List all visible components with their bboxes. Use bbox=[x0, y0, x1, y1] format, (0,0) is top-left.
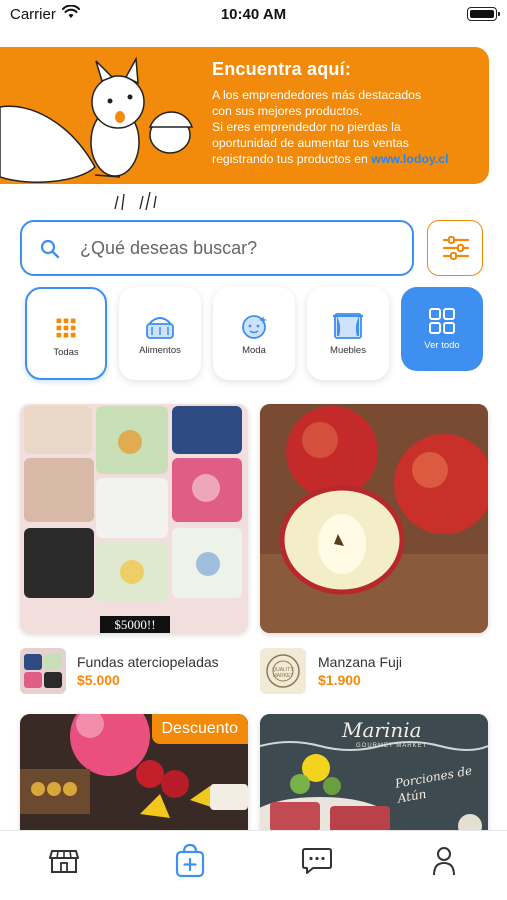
category-label: Muebles bbox=[330, 345, 366, 356]
banner-line: con sus mejores productos. bbox=[212, 104, 363, 118]
grass-decoration bbox=[114, 191, 157, 211]
banner-line: registrando tus productos en www.lodoy.c… bbox=[212, 151, 487, 167]
category-ver-todo[interactable]: Ver todo bbox=[401, 287, 483, 371]
banner-line: Si eres emprendedor no pierdas la bbox=[212, 120, 401, 134]
category-muebles[interactable]: Muebles bbox=[307, 287, 389, 380]
product-image-gift[interactable]: Descuento bbox=[20, 714, 248, 844]
banner-title: Encuentra aquí: bbox=[212, 59, 352, 79]
seller-thumbnail[interactable]: QUALITY MARKET bbox=[260, 648, 306, 694]
image-price-tag: $5000!! bbox=[114, 617, 156, 632]
product-price: $5.000 bbox=[77, 672, 120, 688]
shopping-bag-add-icon bbox=[175, 843, 205, 878]
category-alimentos[interactable]: Alimentos bbox=[119, 287, 201, 380]
seller-thumbnail[interactable] bbox=[20, 648, 66, 694]
filter-button[interactable] bbox=[427, 220, 483, 276]
apples-photo bbox=[260, 404, 488, 633]
category-label: Ver todo bbox=[424, 340, 460, 351]
tab-stores[interactable] bbox=[44, 841, 84, 881]
status-bar: Carrier 10:40 AM bbox=[0, 0, 507, 30]
product-image-manzana[interactable] bbox=[260, 404, 488, 633]
seller-logo-text: QUALITY MARKET bbox=[272, 667, 294, 679]
product-price: $1.900 bbox=[318, 672, 361, 688]
product-image-fundas[interactable]: $5000!! bbox=[20, 404, 248, 633]
tab-add-product[interactable] bbox=[170, 841, 210, 881]
seller-thumbnail-image bbox=[20, 648, 66, 694]
chat-icon bbox=[302, 848, 332, 874]
user-icon bbox=[433, 847, 455, 876]
product-image-atun[interactable]: Marinia GOURMET MARKET Porciones de Atún bbox=[260, 714, 488, 844]
bottom-tab-bar bbox=[0, 830, 507, 900]
basket-icon bbox=[146, 317, 174, 339]
category-todas[interactable]: Todas bbox=[25, 287, 107, 380]
squirrel-illustration bbox=[0, 56, 194, 183]
search-input[interactable]: ¿Qué deseas buscar? bbox=[20, 220, 414, 276]
banner-line: oportunidad de aumentar tus ventas bbox=[212, 136, 409, 150]
category-moda[interactable]: Moda bbox=[213, 287, 295, 380]
search-icon bbox=[40, 239, 60, 259]
banner-line: A los emprendedores más destacados bbox=[212, 88, 422, 102]
curtains-icon bbox=[333, 313, 363, 339]
battery-icon bbox=[467, 7, 500, 21]
website-link[interactable]: www.lodoy.cl bbox=[371, 152, 448, 166]
store-icon bbox=[49, 850, 79, 873]
promo-banner[interactable]: Encuentra aquí: A los emprendedores más … bbox=[0, 47, 489, 184]
tab-profile[interactable] bbox=[424, 841, 464, 881]
discount-badge: Descuento bbox=[151, 714, 248, 744]
product-name[interactable]: Fundas aterciopeladas bbox=[77, 654, 219, 670]
sliders-icon bbox=[442, 236, 470, 260]
banner-body: A los emprendedores más destacados con s… bbox=[212, 87, 487, 167]
grid-icon bbox=[56, 318, 76, 338]
category-label: Todas bbox=[53, 347, 79, 358]
product-name[interactable]: Manzana Fuji bbox=[318, 654, 402, 670]
brand-subtitle: GOURMET MARKET bbox=[356, 743, 428, 749]
brand-script-title: Marinia bbox=[342, 718, 422, 742]
clock: 10:40 AM bbox=[220, 6, 287, 23]
banner-line-text: registrando tus productos en bbox=[212, 152, 368, 166]
apps-icon bbox=[429, 308, 455, 334]
tab-messages[interactable] bbox=[297, 841, 337, 881]
cushions-photo bbox=[20, 404, 248, 633]
search-placeholder: ¿Qué deseas buscar? bbox=[80, 238, 258, 258]
baby-face-icon bbox=[242, 315, 267, 339]
category-label: Moda bbox=[242, 345, 266, 356]
category-label: Alimentos bbox=[139, 345, 181, 356]
